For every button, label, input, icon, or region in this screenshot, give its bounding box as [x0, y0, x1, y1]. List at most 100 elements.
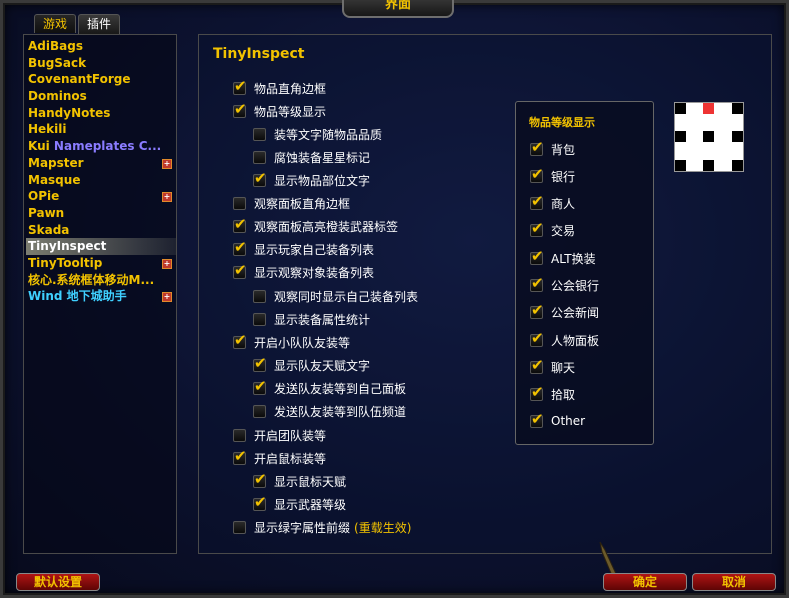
option-inspect-border[interactable]: 观察面板直角边框 — [233, 194, 350, 212]
addon-item-adibags[interactable]: AdiBags — [26, 38, 176, 55]
option-slot-text[interactable]: 显示物品部位文字 — [253, 169, 370, 189]
checkbox[interactable] — [253, 404, 266, 418]
checkbox[interactable] — [253, 127, 266, 141]
cancel-button[interactable]: 取消 — [692, 573, 776, 591]
option-label: 拾取 — [551, 387, 576, 402]
ilvl-merchant[interactable]: 商人 — [530, 192, 575, 212]
expand-icon[interactable]: + — [162, 158, 172, 169]
checkbox[interactable] — [253, 470, 267, 488]
anchor-bottom[interactable] — [703, 160, 714, 171]
checkbox[interactable] — [530, 329, 544, 347]
addon-item-mapster[interactable]: Mapster + — [26, 155, 176, 172]
option-self-list[interactable]: 显示玩家自己装备列表 — [233, 238, 375, 258]
checkbox[interactable] — [253, 493, 267, 511]
addon-item-wind-dungeon[interactable]: Wind 地下城助手 + — [26, 288, 176, 305]
option-mouse-level[interactable]: 开启鼠标装等 — [233, 447, 326, 467]
addon-item-tinyinspect[interactable]: TinyInspect — [26, 238, 176, 255]
anchor-bottomleft[interactable] — [675, 160, 686, 171]
ilvl-bank[interactable]: 银行 — [530, 165, 575, 185]
addon-item-skada[interactable]: Skada — [26, 222, 176, 239]
ilvl-trade[interactable]: 交易 — [530, 219, 575, 239]
checkbox[interactable] — [530, 138, 544, 156]
addon-item-handynotes[interactable]: HandyNotes — [26, 105, 176, 122]
option-party-talent[interactable]: 显示队友天赋文字 — [253, 354, 370, 374]
expand-icon[interactable]: + — [162, 192, 172, 203]
addon-item-pawn[interactable]: Pawn — [26, 205, 176, 222]
option-stats[interactable]: 显示装备属性统计 — [253, 310, 370, 328]
ilvl-other[interactable]: Other — [530, 410, 585, 430]
ilvl-alt-equip[interactable]: ALT换装 — [530, 247, 596, 267]
option-mouse-talent[interactable]: 显示鼠标天赋 — [253, 470, 346, 490]
addon-item-frame-mover[interactable]: 核心.系统框体移动M... — [26, 272, 176, 289]
option-green-prefix[interactable]: 显示绿字属性前缀 (重载生效) — [233, 518, 411, 536]
checkbox[interactable] — [233, 331, 247, 349]
checkbox[interactable] — [233, 215, 247, 233]
anchor-top[interactable] — [703, 103, 714, 114]
tab-game[interactable]: 游戏 — [34, 14, 77, 33]
checkbox[interactable] — [253, 354, 267, 372]
addon-item-masque[interactable]: Masque — [26, 172, 176, 189]
anchor-bottomright[interactable] — [732, 160, 743, 171]
option-inspect-highlight[interactable]: 观察面板高亮橙装武器标签 — [233, 215, 398, 235]
ilvl-guild-bank[interactable]: 公会银行 — [530, 274, 599, 294]
addon-item-bugsack[interactable]: BugSack — [26, 55, 176, 72]
checkbox[interactable] — [233, 428, 246, 442]
addon-item-hekili[interactable]: Hekili — [26, 121, 176, 138]
addon-label: 核心.系统框体移动M... — [28, 272, 155, 287]
option-item-border[interactable]: 物品直角边框 — [233, 77, 326, 97]
ilvl-guild-news[interactable]: 公会新闻 — [530, 301, 599, 321]
checkbox[interactable] — [253, 150, 266, 164]
checkbox[interactable] — [530, 410, 544, 428]
option-label: 显示玩家自己装备列表 — [254, 242, 375, 257]
option-raid-level[interactable]: 开启团队装等 — [233, 426, 326, 444]
checkbox[interactable] — [530, 301, 544, 319]
checkbox[interactable] — [233, 447, 247, 465]
anchor-left[interactable] — [675, 131, 686, 142]
checkbox[interactable] — [253, 377, 267, 395]
checkbox[interactable] — [530, 219, 544, 237]
anchor-right[interactable] — [732, 131, 743, 142]
checkbox[interactable] — [233, 196, 246, 210]
addon-item-dominos[interactable]: Dominos — [26, 88, 176, 105]
option-label: 观察面板直角边框 — [254, 196, 351, 211]
checkbox[interactable] — [530, 383, 544, 401]
addon-item-tinytooltip[interactable]: TinyTooltip + — [26, 255, 176, 272]
checkbox[interactable] — [233, 520, 246, 534]
checkbox[interactable] — [233, 238, 247, 256]
checkbox[interactable] — [530, 192, 544, 210]
addon-item-kui-nameplates[interactable]: Kui Nameplates C... — [26, 138, 176, 155]
anchor-topright[interactable] — [732, 103, 743, 114]
checkbox[interactable] — [233, 77, 247, 95]
expand-icon[interactable]: + — [162, 292, 172, 303]
defaults-button[interactable]: 默认设置 — [16, 573, 100, 591]
ilvl-bag[interactable]: 背包 — [530, 138, 575, 158]
checkbox[interactable] — [253, 289, 266, 303]
checkbox[interactable] — [530, 165, 544, 183]
checkbox[interactable] — [253, 169, 267, 187]
checkbox[interactable] — [253, 312, 266, 326]
option-weapon-level[interactable]: 显示武器等级 — [253, 493, 346, 513]
checkbox[interactable] — [233, 261, 247, 279]
addon-item-covenantforge[interactable]: CovenantForge — [26, 71, 176, 88]
option-party-send-self[interactable]: 发送队友装等到自己面板 — [253, 377, 406, 397]
anchor-topleft[interactable] — [675, 103, 686, 114]
ilvl-character-panel[interactable]: 人物面板 — [530, 329, 599, 349]
option-level-quality-color[interactable]: 装等文字随物品品质 — [253, 125, 382, 143]
checkbox[interactable] — [233, 100, 247, 118]
expand-icon[interactable]: + — [162, 258, 172, 269]
option-party-send-channel[interactable]: 发送队友装等到队伍频道 — [253, 402, 406, 420]
checkbox[interactable] — [530, 274, 544, 292]
ok-button[interactable]: 确定 — [603, 573, 687, 591]
checkbox[interactable] — [530, 356, 544, 374]
tab-addons[interactable]: 插件 — [78, 14, 121, 34]
option-target-list[interactable]: 显示观察对象装备列表 — [233, 261, 374, 281]
option-party-level[interactable]: 开启小队队友装等 — [233, 331, 350, 351]
option-corruption-star[interactable]: 腐蚀装备星星标记 — [253, 148, 370, 166]
addon-item-opie[interactable]: OPie + — [26, 188, 176, 205]
checkbox[interactable] — [530, 247, 544, 265]
option-inspect-self[interactable]: 观察同时显示自己装备列表 — [253, 287, 418, 305]
anchor-center[interactable] — [703, 131, 714, 142]
ilvl-chat[interactable]: 聊天 — [530, 356, 575, 376]
ilvl-loot[interactable]: 拾取 — [530, 383, 576, 403]
option-item-level[interactable]: 物品等级显示 — [233, 100, 326, 120]
